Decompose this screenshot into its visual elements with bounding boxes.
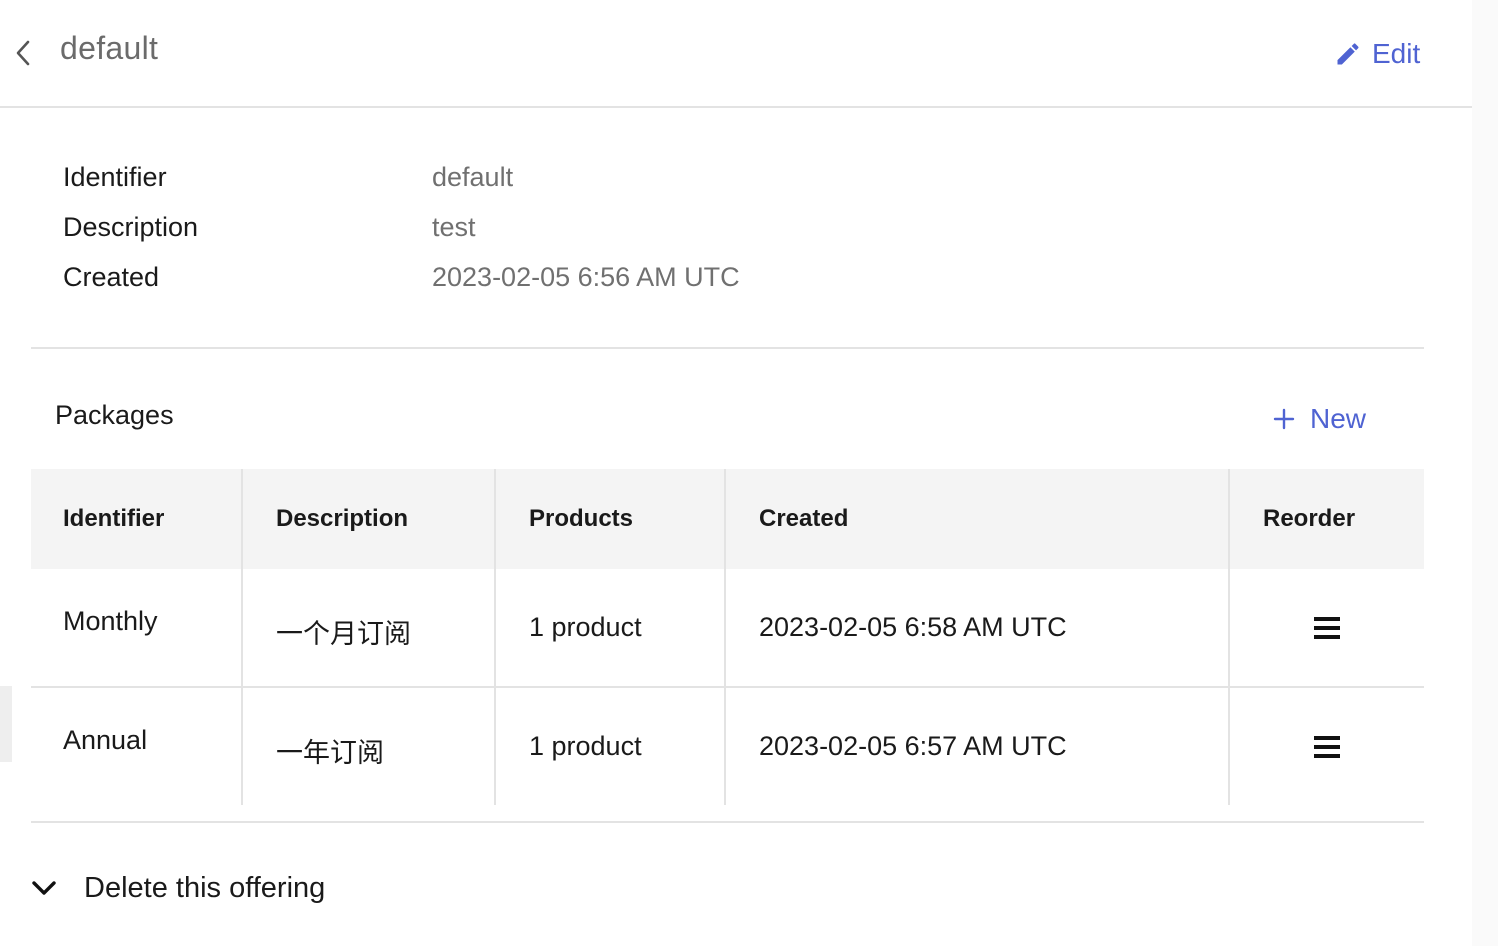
new-package-label: New — [1310, 403, 1367, 434]
page-title: default — [60, 30, 159, 66]
right-gutter — [1472, 0, 1498, 946]
drag-handle-icon[interactable] — [1312, 732, 1342, 762]
chevron-left-icon — [16, 40, 30, 66]
table-header: Identifier Description Products Created … — [31, 469, 1424, 569]
package-identifier[interactable]: Monthly — [63, 606, 158, 637]
left-edge-sliver — [0, 686, 12, 762]
new-package-button[interactable]: New — [1272, 400, 1366, 438]
pencil-icon — [1337, 43, 1359, 65]
column-header-identifier[interactable]: Identifier — [63, 469, 164, 569]
column-header-description[interactable]: Description — [276, 469, 408, 569]
packages-table: Identifier Description Products Created … — [31, 469, 1424, 805]
created-value: 2023-02-05 6:56 AM UTC — [432, 262, 740, 292]
package-created: 2023-02-05 6:57 AM UTC — [759, 731, 1067, 761]
description-label: Description — [63, 212, 199, 242]
description-value: test — [432, 212, 476, 242]
identifier-label: Identifier — [63, 162, 167, 192]
created-label: Created — [63, 262, 160, 292]
table-row[interactable]: Monthly 一个月订阅 1 product 2023-02-05 6:58 … — [31, 569, 1424, 687]
identifier-value: default — [432, 162, 514, 192]
drag-handle-icon[interactable] — [1312, 613, 1342, 643]
table-row[interactable]: Annual 一年订阅 1 product 2023-02-05 6:57 AM… — [31, 688, 1424, 806]
packages-title: Packages — [55, 400, 174, 430]
column-header-products[interactable]: Products — [529, 469, 633, 569]
edit-button[interactable]: Edit — [1334, 34, 1420, 74]
plus-icon — [1273, 408, 1295, 430]
package-identifier[interactable]: Annual — [63, 725, 147, 756]
delete-offering-toggle[interactable]: Delete this offering — [30, 866, 325, 910]
package-created: 2023-02-05 6:58 AM UTC — [759, 612, 1067, 642]
package-products: 1 product — [529, 612, 642, 642]
page-header: default Edit — [0, 0, 1472, 108]
section-divider — [31, 821, 1424, 823]
column-header-reorder: Reorder — [1263, 505, 1356, 532]
package-products: 1 product — [529, 731, 642, 761]
chevron-down-icon — [32, 881, 56, 895]
package-description: 一个月订阅 — [276, 619, 411, 649]
package-description: 一年订阅 — [276, 738, 384, 768]
delete-offering-label: Delete this offering — [84, 871, 326, 904]
back-button[interactable] — [8, 36, 38, 70]
edit-button-label: Edit — [1372, 38, 1421, 69]
offering-detail-panel: default Edit Identifier default Descript… — [0, 0, 1472, 946]
section-divider — [31, 347, 1424, 349]
column-header-created[interactable]: Created — [759, 469, 848, 569]
